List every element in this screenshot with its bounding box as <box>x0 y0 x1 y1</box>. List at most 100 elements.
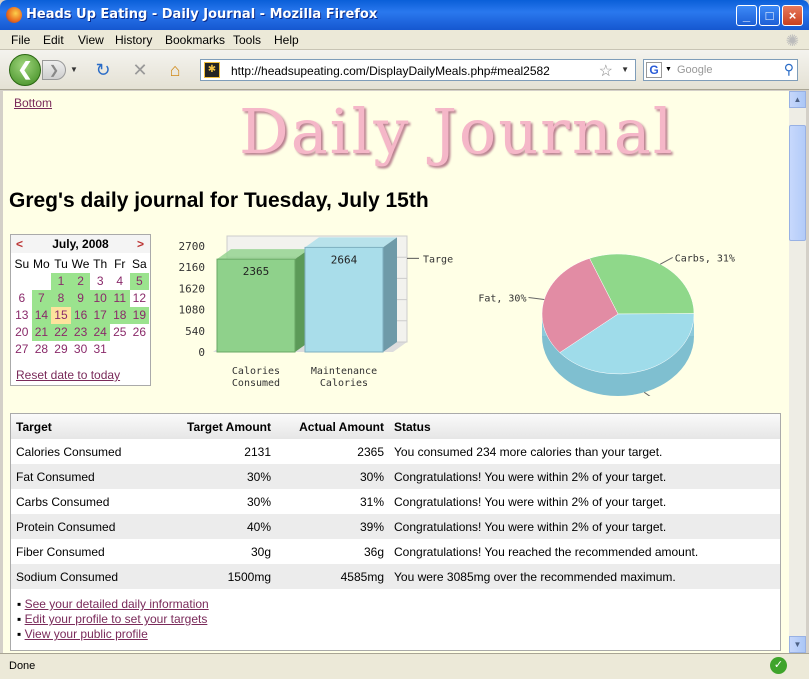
public-profile-link[interactable]: View your public profile <box>25 627 148 641</box>
bar-side <box>383 237 397 352</box>
menu-tools[interactable]: Tools <box>233 33 261 47</box>
bar-top <box>305 237 397 248</box>
table-row: Sodium Consumed 1500mg 4585mg You were 3085… <box>11 564 780 589</box>
calendar-day[interactable]: 12 <box>130 290 150 307</box>
calendar-day[interactable]: 17 <box>90 307 110 324</box>
menu-bookmarks[interactable]: Bookmarks <box>165 33 225 47</box>
calendar-day[interactable]: 13 <box>12 307 32 324</box>
menu-help[interactable]: Help <box>274 33 299 47</box>
menu-view[interactable]: View <box>78 33 104 47</box>
scroll-thumb[interactable] <box>789 125 806 241</box>
day-of-week: Sa <box>132 257 147 271</box>
calendar-day[interactable]: 22 <box>51 324 71 341</box>
col-target-amount: Target Amount <box>171 414 276 439</box>
table-row: Fiber Consumed 30g 36g Congratulations! You… <box>11 539 780 564</box>
calendar-day[interactable]: 25 <box>110 324 130 341</box>
calendar-day[interactable]: 2 <box>70 273 91 290</box>
calendar-day[interactable]: 23 <box>70 324 91 341</box>
calories-bar-chart: 054010801620216027002365CaloriesConsumed… <box>179 235 453 389</box>
calendar-day[interactable]: 30 <box>71 341 91 358</box>
bookmark-star-icon[interactable]: ☆ <box>599 61 613 81</box>
calendar-day[interactable]: 27 <box>12 341 32 358</box>
day-of-week: We <box>71 257 90 271</box>
bottom-link[interactable]: Bottom <box>14 96 52 110</box>
home-icon: ⌂ <box>169 60 181 80</box>
calendar-day[interactable]: 26 <box>130 324 150 341</box>
maximize-button[interactable]: □ <box>759 5 780 26</box>
home-button[interactable]: ⌂ <box>165 60 185 80</box>
back-button[interactable]: ❮ <box>9 54 41 86</box>
engine-dropdown-icon[interactable]: ▼ <box>665 66 672 73</box>
table-cell: 2131 <box>244 444 271 459</box>
table-header-row: Target Target Amount Actual Amount Statu… <box>11 414 780 439</box>
col-actual-amount: Actual Amount <box>276 414 389 439</box>
calendar-day[interactable]: 8 <box>51 290 71 307</box>
stop-button[interactable]: ✕ <box>130 60 150 80</box>
search-bar[interactable]: G ▼ Google ⚲ <box>643 59 798 81</box>
calendar-day[interactable]: 11 <box>109 290 130 307</box>
day-of-week: Tu <box>54 257 68 271</box>
navigation-toolbar: ❮ ❯ ▼ ↻ ✕ ⌂ ✱ http://headsupeating.com/D… <box>0 50 809 90</box>
menu-bar: File Edit View History Bookmarks Tools H… <box>0 30 809 50</box>
y-tick-label: 1080 <box>179 304 206 317</box>
search-icon[interactable]: ⚲ <box>784 61 794 78</box>
pie-label-line <box>643 391 651 396</box>
forward-button[interactable]: ❯ <box>42 60 66 80</box>
menu-history[interactable]: History <box>115 33 152 47</box>
calendar-day[interactable]: 14 <box>31 307 52 324</box>
reset-date-link[interactable]: Reset date to today <box>16 368 120 382</box>
day-of-week: Su <box>14 257 30 271</box>
calendar-day[interactable]: 15 <box>51 307 71 324</box>
table-cell: 4585mg <box>276 564 389 589</box>
scroll-up-button[interactable]: ▲ <box>789 91 806 108</box>
calendar-day[interactable]: 20 <box>12 324 32 341</box>
targets-table: Target Target Amount Actual Amount Statu… <box>10 413 781 651</box>
minimize-button[interactable]: _ <box>736 5 757 26</box>
calendar-day[interactable]: 1 <box>51 273 71 290</box>
x-tick-label: Calories <box>232 366 280 377</box>
edit-profile-link[interactable]: Edit your profile to set your targets <box>25 612 208 626</box>
calendar-blank <box>32 273 52 290</box>
calendar-day[interactable]: 9 <box>70 290 91 307</box>
calendar-day[interactable]: 5 <box>129 273 150 290</box>
calendar-day[interactable]: 6 <box>12 290 32 307</box>
reload-button[interactable]: ↻ <box>93 60 113 80</box>
close-button[interactable]: × <box>782 5 803 26</box>
calendar-day[interactable]: 4 <box>110 273 130 290</box>
window-title: Heads Up Eating - Daily Journal - Mozill… <box>26 7 378 22</box>
nutrient-pie-chart: Carbs, 31%Protein, 39%Fat, 30% <box>478 253 735 396</box>
calendar-day[interactable]: 24 <box>90 324 110 341</box>
calendar-day[interactable]: 3 <box>90 273 110 290</box>
calendar-day[interactable]: 21 <box>31 324 52 341</box>
prev-month-button[interactable]: < <box>16 235 23 253</box>
scroll-down-button[interactable]: ▼ <box>789 636 806 653</box>
calendar-day[interactable]: 28 <box>32 341 52 358</box>
calendar-day[interactable]: 7 <box>31 290 52 307</box>
table-row: Carbs Consumed 30% 31% Congratulations! You… <box>11 489 780 514</box>
url-dropdown-icon[interactable]: ▼ <box>621 65 629 74</box>
detailed-info-link[interactable]: See your detailed daily information <box>25 597 209 611</box>
list-item: ▪ View your public profile <box>17 627 148 641</box>
url-text[interactable]: http://headsupeating.com/DisplayDailyMea… <box>231 64 550 78</box>
google-engine-icon[interactable]: G <box>646 62 662 78</box>
calendar-day[interactable]: 16 <box>70 307 91 324</box>
x-tick-label: Consumed <box>232 378 280 389</box>
history-dropdown-button[interactable]: ▼ <box>67 60 81 80</box>
search-input[interactable]: Google <box>677 64 712 76</box>
table-cell: Calories Consumed <box>16 444 122 459</box>
y-tick-label: 1620 <box>179 282 206 295</box>
calendar-day[interactable]: 19 <box>129 307 150 324</box>
forward-arrow-icon: ❯ <box>48 63 60 77</box>
next-month-button[interactable]: > <box>137 235 144 253</box>
table-cell: Congratulations! You were within 2% of y… <box>394 494 667 509</box>
status-text: Done <box>9 660 36 672</box>
calendar-day[interactable]: 31 <box>90 341 110 358</box>
calendar-day[interactable]: 18 <box>109 307 130 324</box>
calendar-day[interactable]: 10 <box>90 290 110 307</box>
url-bar[interactable]: ✱ http://headsupeating.com/DisplayDailyM… <box>200 59 636 81</box>
menu-edit[interactable]: Edit <box>43 33 64 47</box>
vertical-scrollbar[interactable]: ▲ ▼ <box>789 91 806 653</box>
menu-file[interactable]: File <box>11 33 30 47</box>
table-row: Fat Consumed 30% 30% Congratulations! You w… <box>11 464 780 489</box>
calendar-day[interactable]: 29 <box>51 341 71 358</box>
